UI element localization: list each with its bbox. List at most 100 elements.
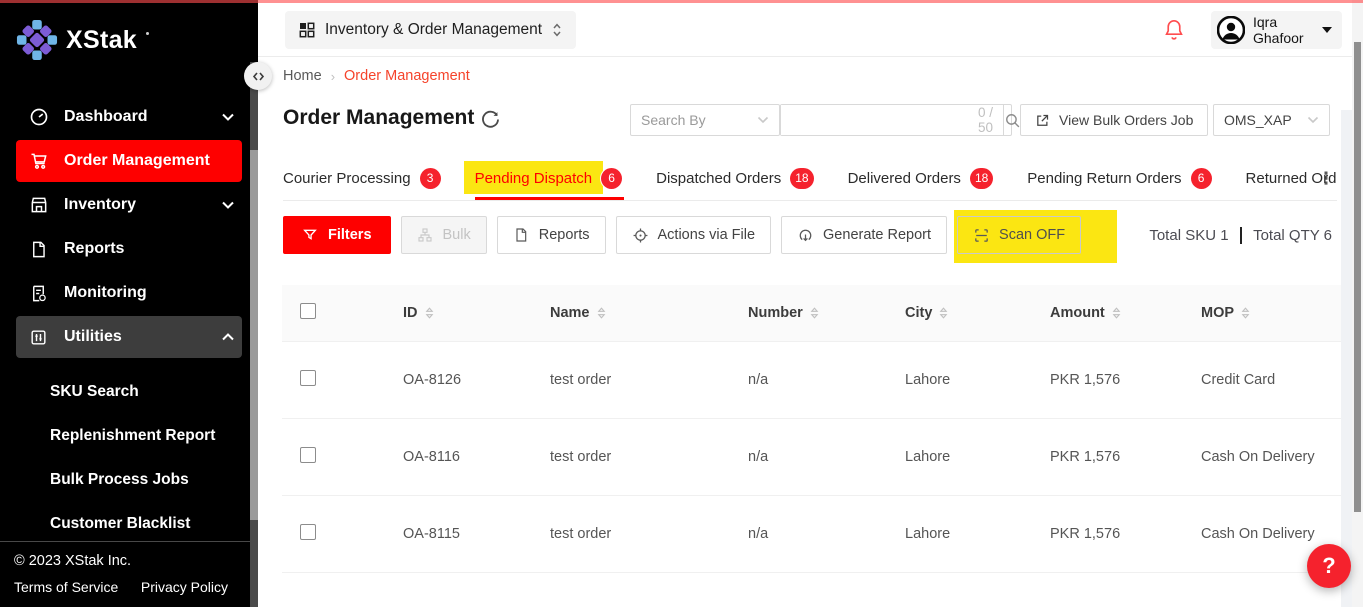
select-all-checkbox[interactable] <box>300 303 316 319</box>
sidebar-subitem-sku-search[interactable]: SKU Search <box>0 370 258 414</box>
search-icon[interactable] <box>1003 105 1021 135</box>
store-icon <box>28 195 49 216</box>
sidebar-item-label: Dashboard <box>64 108 207 126</box>
table-row[interactable]: OA-8126 test order n/a Lahore PKR 1,576 … <box>282 342 1341 419</box>
report-file-icon <box>28 239 49 260</box>
breadcrumb-current: Order Management <box>344 68 470 84</box>
sidebar-collapse-toggle[interactable] <box>244 62 272 90</box>
sort-icon[interactable] <box>425 306 434 320</box>
row-checkbox[interactable] <box>300 447 316 463</box>
sort-icon[interactable] <box>810 306 819 320</box>
sidebar-item-label: Order Management <box>64 152 234 170</box>
generate-report-button[interactable]: Generate Report <box>781 216 947 254</box>
external-link-icon <box>1035 113 1050 128</box>
bulk-label: Bulk <box>443 227 471 243</box>
user-menu[interactable]: Iqra Ghafoor <box>1211 11 1342 49</box>
table-header-row: ID Name Number City Amount <box>282 285 1341 342</box>
tab-count-badge: 18 <box>790 168 813 189</box>
cell-amount: PKR 1,576 <box>1050 526 1201 542</box>
actions-via-file-button[interactable]: Actions via File <box>616 216 772 254</box>
search-input[interactable] <box>781 105 978 135</box>
sidebar-item-inventory[interactable]: Inventory <box>16 184 242 226</box>
sidebar-item-order-management[interactable]: Order Management <box>16 140 242 182</box>
row-checkbox[interactable] <box>300 524 316 540</box>
sidebar-item-reports[interactable]: Reports <box>16 228 242 270</box>
sidebar-scrollbar-track[interactable] <box>250 62 258 607</box>
refresh-icon[interactable] <box>480 109 501 130</box>
search-by-select[interactable]: Search By <box>630 104 780 136</box>
column-label: Name <box>550 305 590 321</box>
terms-of-service-link[interactable]: Terms of Service <box>14 579 118 595</box>
table-row[interactable]: OA-8116 test order n/a Lahore PKR 1,576 … <box>282 419 1341 496</box>
generate-report-label: Generate Report <box>823 227 931 243</box>
tab-count-badge: 6 <box>601 168 622 189</box>
main-content: Inventory & Order Management Iqra Ghafoo… <box>258 0 1352 607</box>
tab-label: Courier Processing <box>283 170 411 187</box>
tab-count-badge: 18 <box>970 168 993 189</box>
column-header-id[interactable]: ID <box>403 305 550 321</box>
sort-icon[interactable] <box>597 306 606 320</box>
tab-label: Pending Dispatch <box>475 170 593 187</box>
sidebar-subitem-customer-blacklist[interactable]: Customer Blacklist <box>0 502 258 546</box>
view-bulk-orders-job-button[interactable]: View Bulk Orders Job <box>1020 104 1208 136</box>
help-button[interactable]: ? <box>1307 544 1351 588</box>
tab-label: Dispatched Orders <box>656 170 781 187</box>
tab-courier-processing[interactable]: Courier Processing 3 <box>283 156 441 200</box>
sidebar-item-monitoring[interactable]: Monitoring <box>16 272 242 314</box>
brand-logo: XStak <box>0 0 258 64</box>
monitoring-icon <box>28 283 49 304</box>
cell-city: Lahore <box>905 372 1050 388</box>
filters-button[interactable]: Filters <box>283 216 391 254</box>
funnel-icon <box>302 227 319 244</box>
column-header-name[interactable]: Name <box>550 305 748 321</box>
page-scrollbar-track[interactable] <box>1352 0 1363 607</box>
order-status-tabs: Courier Processing 3 Pending Dispatch 6 … <box>283 156 1337 201</box>
reports-button[interactable]: Reports <box>497 216 606 254</box>
tab-pending-dispatch[interactable]: Pending Dispatch 6 <box>475 156 623 200</box>
sidebar-footer: © 2023 XStak Inc. Terms of Service Priva… <box>0 541 258 607</box>
workspace-selector[interactable]: Inventory & Order Management <box>285 11 576 49</box>
cell-id: OA-8126 <box>403 372 550 388</box>
scan-label: Scan OFF <box>999 227 1065 243</box>
sidebar-item-utilities[interactable]: Utilities <box>16 316 242 358</box>
page-scrollbar-thumb[interactable] <box>1354 42 1361 512</box>
tab-returned-orders[interactable]: Returned Orders 1 <box>1246 156 1337 200</box>
cell-number: n/a <box>748 372 905 388</box>
subitem-label: Customer Blacklist <box>50 515 190 533</box>
scan-toggle-button[interactable]: Scan OFF <box>957 216 1081 254</box>
column-header-mop[interactable]: MOP <box>1201 305 1341 321</box>
tab-dispatched-orders[interactable]: Dispatched Orders 18 <box>656 156 813 200</box>
cell-id: OA-8115 <box>403 526 550 542</box>
notifications-bell-icon[interactable] <box>1163 18 1185 42</box>
sort-icon[interactable] <box>939 306 948 320</box>
tab-delivered-orders[interactable]: Delivered Orders 18 <box>848 156 994 200</box>
sidebar-item-dashboard[interactable]: Dashboard <box>16 96 242 138</box>
search-char-counter: 0 / 50 <box>978 105 1003 135</box>
sidebar-item-label: Reports <box>64 240 234 258</box>
column-header-number[interactable]: Number <box>748 305 905 321</box>
table-row[interactable]: OA-8115 test order n/a Lahore PKR 1,576 … <box>282 496 1341 573</box>
breadcrumb-home[interactable]: Home <box>283 68 322 84</box>
sidebar-subitem-replenishment-report[interactable]: Replenishment Report <box>0 414 258 458</box>
search-input-group: 0 / 50 <box>780 104 1012 136</box>
sidebar-scrollbar-thumb[interactable] <box>250 150 258 520</box>
row-checkbox[interactable] <box>300 370 316 386</box>
totals-summary: Total SKU 1 Total QTY 6 <box>1149 214 1332 256</box>
sort-icon[interactable] <box>1241 306 1250 320</box>
subitem-label: Bulk Process Jobs <box>50 471 189 489</box>
sidebar-subitem-bulk-process-jobs[interactable]: Bulk Process Jobs <box>0 458 258 502</box>
column-header-amount[interactable]: Amount <box>1050 305 1201 321</box>
oms-select[interactable]: OMS_XAP <box>1213 104 1330 136</box>
column-label: City <box>905 305 932 321</box>
bulk-button[interactable]: Bulk <box>401 216 487 254</box>
cell-number: n/a <box>748 526 905 542</box>
tab-pending-return-orders[interactable]: Pending Return Orders 6 <box>1027 156 1211 200</box>
cell-name: test order <box>550 526 748 542</box>
privacy-policy-link[interactable]: Privacy Policy <box>141 579 228 595</box>
totals-divider <box>1240 227 1243 244</box>
scan-frame-icon <box>973 227 990 244</box>
sort-icon[interactable] <box>1112 306 1121 320</box>
column-header-city[interactable]: City <box>905 305 1050 321</box>
chevron-down-icon <box>1307 116 1319 124</box>
cart-icon <box>28 151 49 172</box>
